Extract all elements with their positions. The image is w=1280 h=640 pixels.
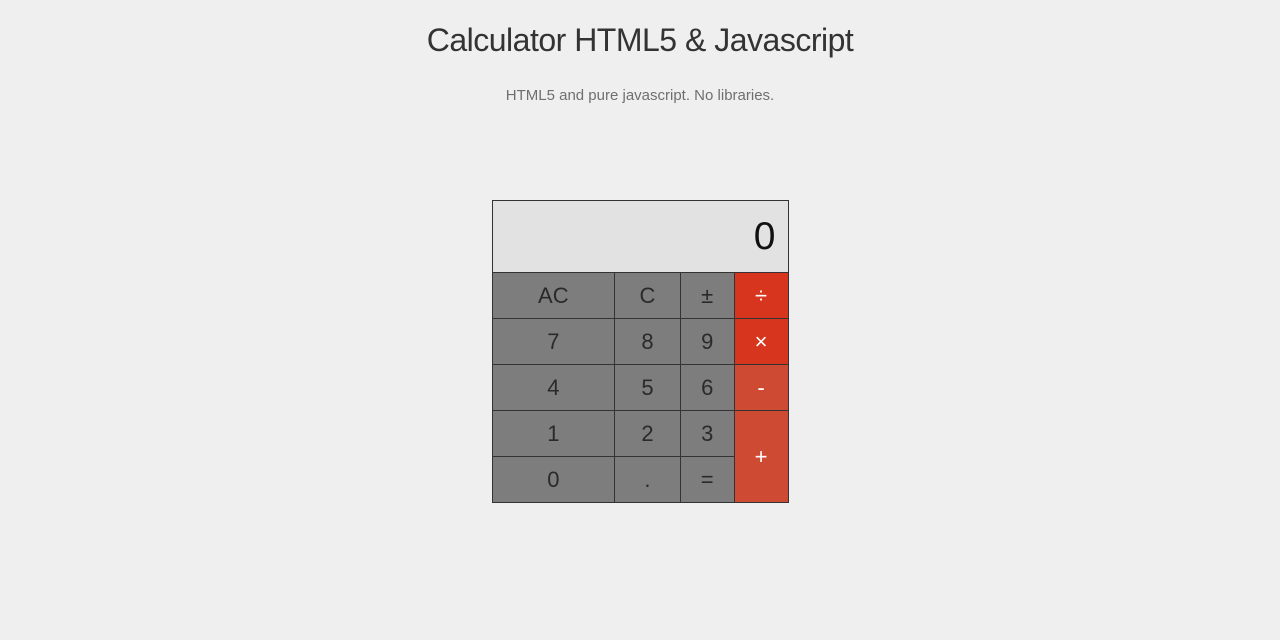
plus-button[interactable]: + — [734, 411, 788, 503]
digit-3-button[interactable]: 3 — [680, 411, 734, 457]
page-title: Calculator HTML5 & Javascript — [427, 22, 854, 59]
equals-button[interactable]: = — [680, 457, 734, 503]
minus-button[interactable]: - — [734, 365, 788, 411]
digit-1-button[interactable]: 1 — [492, 411, 615, 457]
digit-0-button[interactable]: 0 — [492, 457, 615, 503]
digit-7-button[interactable]: 7 — [492, 319, 615, 365]
clear-button[interactable]: C — [615, 273, 681, 319]
divide-button[interactable]: ÷ — [734, 273, 788, 319]
all-clear-button[interactable]: AC — [492, 273, 615, 319]
digit-8-button[interactable]: 8 — [615, 319, 681, 365]
digit-5-button[interactable]: 5 — [615, 365, 681, 411]
digit-6-button[interactable]: 6 — [680, 365, 734, 411]
decimal-button[interactable]: . — [615, 457, 681, 503]
calculator-display: 0 — [492, 201, 788, 273]
multiply-button[interactable]: × — [734, 319, 788, 365]
digit-9-button[interactable]: 9 — [680, 319, 734, 365]
calculator: 0 AC C ± ÷ 7 8 9 × 4 5 6 - 1 2 3 + 0 . = — [492, 200, 789, 503]
digit-4-button[interactable]: 4 — [492, 365, 615, 411]
digit-2-button[interactable]: 2 — [615, 411, 681, 457]
plus-minus-button[interactable]: ± — [680, 273, 734, 319]
page-subtitle: HTML5 and pure javascript. No libraries. — [506, 87, 774, 104]
